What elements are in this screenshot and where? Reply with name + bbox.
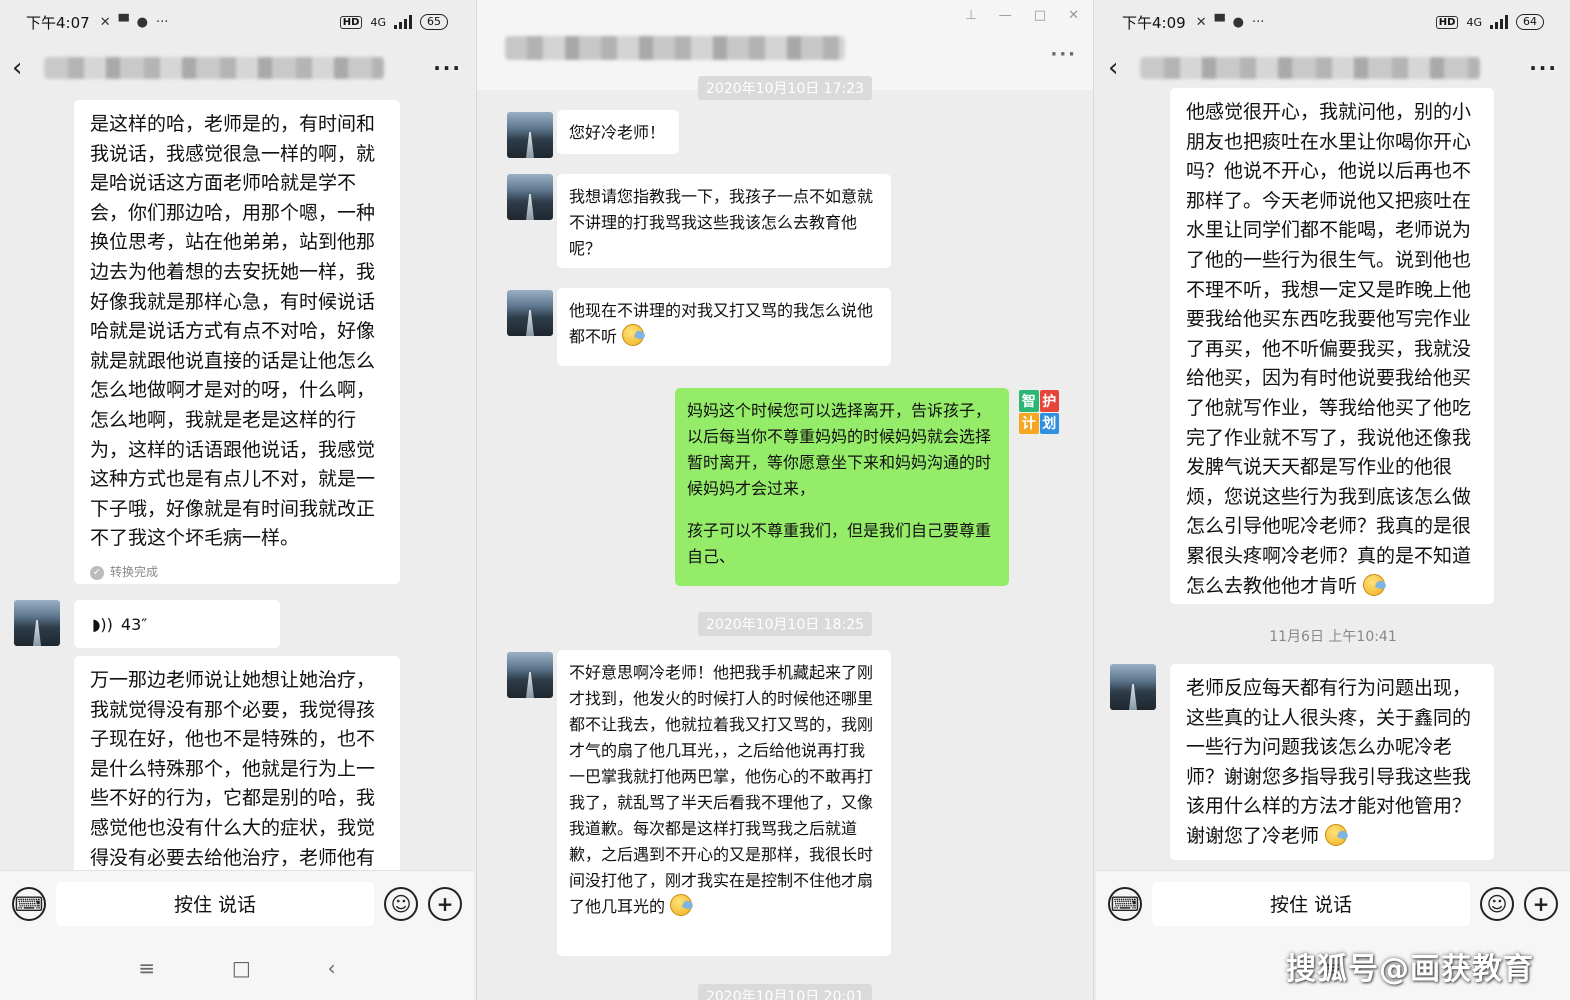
crying-emoji-icon xyxy=(622,324,645,346)
chat-navbar: ‹ ··· xyxy=(1096,44,1570,92)
message-text: 妈妈这个时候您可以选择离开，告诉孩子，以后每当你不尊重妈妈的时候妈妈就会选择暂时… xyxy=(687,401,992,498)
message-icon: ▀ xyxy=(1214,14,1225,30)
menu-key-icon[interactable]: ≡ xyxy=(138,956,155,980)
chat-navbar: ‹ ··· xyxy=(0,44,474,92)
badge-cell: 划 xyxy=(1039,412,1059,434)
voice-duration: 43″ xyxy=(120,614,148,634)
more-dots-icon: ··· xyxy=(155,14,169,30)
more-options-icon[interactable]: ··· xyxy=(1050,44,1077,65)
chat-input-bar: ⌨ 按住 说话 ☺ + xyxy=(0,870,474,936)
program-badge: 智 护 计 划 xyxy=(1019,390,1059,434)
mute-icon: ✕ xyxy=(99,14,111,30)
plus-icon[interactable]: + xyxy=(1524,886,1558,921)
signal-icon xyxy=(1490,15,1508,29)
message-text: 我想请您指教我一下，我孩子一点不如意就不讲理的打我骂我这些我该怎么去教育他呢？ xyxy=(569,187,874,258)
message-bubble: 他感觉很开心，我就问他，别的小朋友也把痰吐在水里让你喝你开心吗？他说不开心，他说… xyxy=(1170,88,1494,604)
sent-message-bubble: 妈妈这个时候您可以选择离开，告诉孩子，以后每当你不尊重妈妈的时候妈妈就会选择暂时… xyxy=(675,388,1009,586)
more-dots-icon: ··· xyxy=(1251,14,1265,30)
hd-icon: HD xyxy=(1435,15,1459,29)
timestamp: 2020年10月10日 18:25 xyxy=(697,612,873,636)
chat-title-redacted xyxy=(1140,57,1480,79)
system-nav-bar: ≡ □ ‹ xyxy=(0,936,474,1000)
desktop-chat-window: ⊥ — □ ✕ ··· 2020年10月10日 17:23 您好冷老师！ 我想请… xyxy=(476,0,1094,1000)
source-caption: 搜狐号@画获教育 xyxy=(1286,952,1534,987)
back-icon[interactable]: ‹ xyxy=(12,53,38,83)
message-text: 万一那边老师说让她想让她治疗，我就觉得没有那个必要，我觉得孩子现在好，他也不是特… xyxy=(90,669,376,869)
crying-emoji-icon xyxy=(1325,823,1348,846)
chat-input-bar: ⌨ 按住 说话 ☺ + xyxy=(1096,870,1570,936)
message-bubble: 不好意思啊冷老师！他把我手机藏起来了刚才找到，他发火的时候打人的时候他还哪里都不… xyxy=(557,650,891,956)
network-label: 4G xyxy=(1466,15,1482,29)
badge-cell: 智 xyxy=(1019,390,1039,412)
convert-status-label: 转换完成 xyxy=(110,564,159,579)
status-time: 下午4:07 xyxy=(26,13,90,32)
right-phone-screenshot: 下午4:09 ✕ ▀ ● ··· HD 4G 64 ‹ ··· 他感觉很开心，我… xyxy=(1096,0,1570,1000)
check-icon: ✓ xyxy=(90,565,104,580)
timestamp: 11月6日 上午10:41 xyxy=(1269,629,1397,645)
back-icon[interactable]: ‹ xyxy=(1108,53,1134,83)
avatar[interactable] xyxy=(1110,664,1156,710)
status-time: 下午4:09 xyxy=(1122,13,1186,32)
convert-status: ✓ 转换完成 xyxy=(90,558,384,588)
chat-title-redacted xyxy=(44,57,384,79)
left-phone-screenshot: 下午4:07 ✕ ▀ ● ··· HD 4G 65 ‹ ··· 是这样的哈，老师… xyxy=(0,0,474,1000)
wechat-icon: ● xyxy=(1232,14,1244,30)
avatar[interactable] xyxy=(507,652,553,698)
message-text: 老师反应每天都有行为问题出现，这些真的让人很头疼，关于鑫同的一些行为问题我该怎么… xyxy=(1186,677,1472,847)
voice-message[interactable]: ◗)) 43″ xyxy=(74,600,280,648)
message-bubble: 您好冷老师！ xyxy=(557,110,679,154)
message-bubble: 是这样的哈，老师是的，有时间和我说话，我感觉很急一样的啊，就是哈说话这方面老师哈… xyxy=(74,100,400,584)
badge-cell: 计 xyxy=(1019,412,1039,434)
more-options-icon[interactable]: ··· xyxy=(1529,56,1558,80)
keyboard-icon[interactable]: ⌨ xyxy=(1108,886,1142,921)
message-text: 您好冷老师！ xyxy=(569,123,666,142)
pin-icon[interactable]: ⊥ xyxy=(965,8,976,23)
message-bubble: 老师反应每天都有行为问题出现，这些真的让人很头疼，关于鑫同的一些行为问题我该怎么… xyxy=(1170,664,1494,860)
close-icon[interactable]: ✕ xyxy=(1068,8,1079,23)
battery-icon: 65 xyxy=(420,14,448,30)
chat-title-redacted xyxy=(505,36,845,60)
window-header: ⊥ — □ ✕ ··· 2020年10月10日 17:23 xyxy=(477,0,1093,100)
avatar[interactable] xyxy=(507,174,553,220)
avatar[interactable] xyxy=(507,290,553,336)
status-bar: 下午4:09 ✕ ▀ ● ··· HD 4G 64 xyxy=(1096,0,1570,44)
message-bubble: 我想请您指教我一下，我孩子一点不如意就不讲理的打我骂我这些我该怎么去教育他呢？ xyxy=(557,174,891,268)
message-bubble: 万一那边老师说让她想让她治疗，我就觉得没有那个必要，我觉得孩子现在好，他也不是特… xyxy=(74,656,400,886)
badge-cell: 护 xyxy=(1039,390,1059,412)
hold-to-talk-button[interactable]: 按住 说话 xyxy=(56,881,374,926)
avatar[interactable] xyxy=(14,600,60,646)
keyboard-icon[interactable]: ⌨ xyxy=(12,886,46,921)
window-controls: ⊥ — □ ✕ xyxy=(965,8,1079,23)
crying-emoji-icon xyxy=(670,894,693,916)
status-bar: 下午4:07 ✕ ▀ ● ··· HD 4G 65 xyxy=(0,0,474,44)
emoji-icon[interactable]: ☺ xyxy=(1480,886,1514,921)
message-text: 不好意思啊冷老师！他把我手机藏起来了刚才找到，他发火的时候打人的时候他还哪里都不… xyxy=(569,663,874,916)
mute-icon: ✕ xyxy=(1195,14,1207,30)
hd-icon: HD xyxy=(339,15,363,29)
voice-icon: ◗)) xyxy=(92,614,113,634)
message-text: 他现在不讲理的对我又打又骂的我怎么说他都不听 xyxy=(569,301,874,346)
emoji-icon[interactable]: ☺ xyxy=(384,886,418,921)
home-key-icon[interactable]: □ xyxy=(232,956,251,980)
message-bubble: 他现在不讲理的对我又打又骂的我怎么说他都不听 xyxy=(557,288,891,366)
avatar[interactable] xyxy=(507,112,553,158)
message-icon: ▀ xyxy=(118,14,129,30)
network-label: 4G xyxy=(370,15,386,29)
maximize-icon[interactable]: □ xyxy=(1034,8,1046,23)
signal-icon xyxy=(394,15,412,29)
message-text: 孩子可以不尊重我们，但是我们自己要尊重自己、 xyxy=(687,521,992,566)
wechat-icon: ● xyxy=(136,14,148,30)
message-text: 他感觉很开心，我就问他，别的小朋友也把痰吐在水里让你喝你开心吗？他说不开心，他说… xyxy=(1186,101,1472,597)
minimize-icon[interactable]: — xyxy=(999,8,1012,23)
timestamp: 2020年10月10日 17:23 xyxy=(697,76,873,100)
plus-icon[interactable]: + xyxy=(428,886,462,921)
battery-icon: 64 xyxy=(1516,14,1544,30)
back-key-icon[interactable]: ‹ xyxy=(328,956,336,980)
crying-emoji-icon xyxy=(1363,573,1386,596)
message-text: 是这样的哈，老师是的，有时间和我说话，我感觉很急一样的啊，就是哈说话这方面老师哈… xyxy=(90,113,376,550)
hold-to-talk-button[interactable]: 按住 说话 xyxy=(1152,881,1470,926)
timestamp: 2020年10月10日 20:01 xyxy=(697,984,873,1000)
more-options-icon[interactable]: ··· xyxy=(433,56,462,80)
